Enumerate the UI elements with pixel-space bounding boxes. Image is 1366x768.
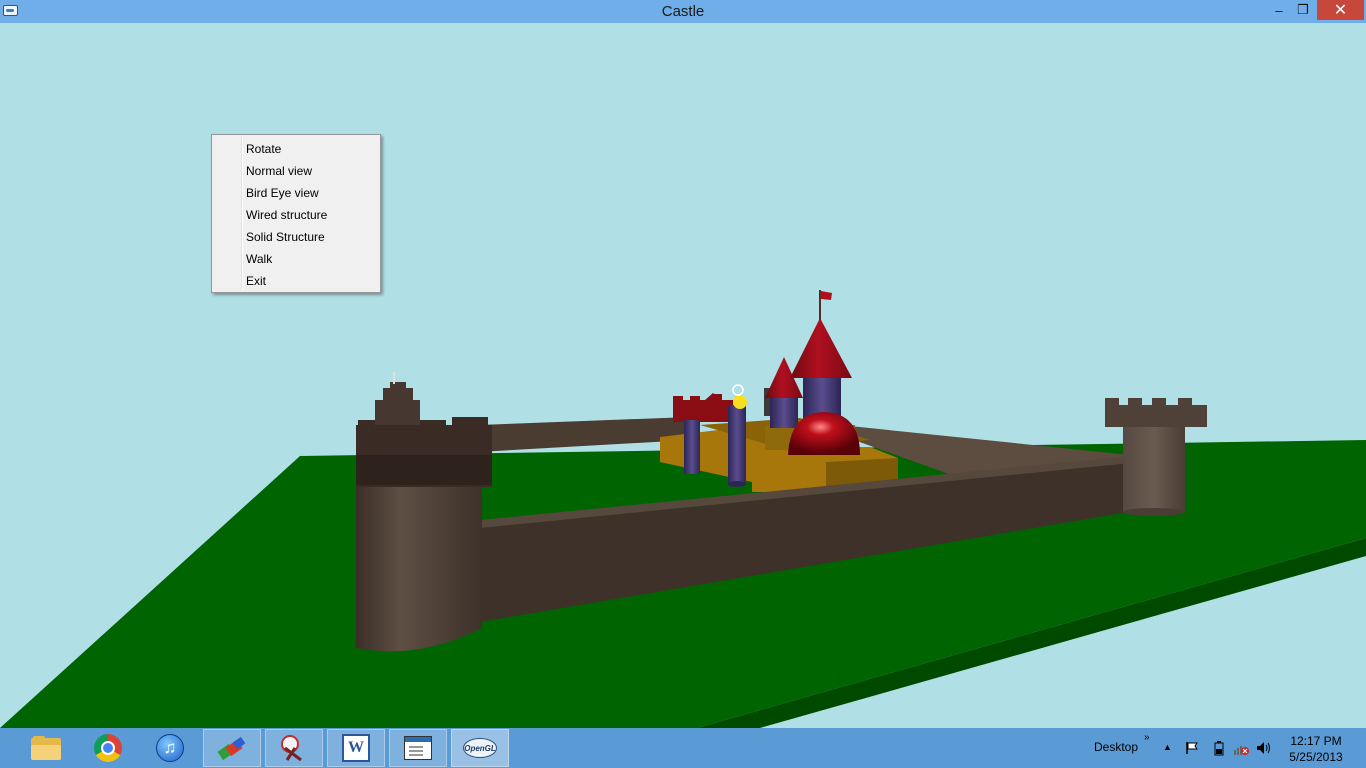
left-tower <box>356 372 492 652</box>
paint-app-icon <box>217 736 246 761</box>
menu-item-label: Bird Eye view <box>246 186 319 200</box>
volume-icon[interactable] <box>1256 741 1272 755</box>
word-icon: W <box>342 734 370 762</box>
menu-item-label: Exit <box>246 274 267 288</box>
context-menu: Rotate Normal view Bird Eye view Wired s… <box>211 134 381 293</box>
taskbar: ♫ W OpenGL Desktop » ▲ 12:17 PM 5/25/201… <box>0 728 1366 768</box>
network-disconnected-icon[interactable] <box>1233 741 1249 756</box>
menu-item-label: Rotate <box>246 142 282 156</box>
chrome-icon <box>94 734 122 762</box>
menu-item-label: Normal view <box>246 164 313 178</box>
main-keep <box>788 290 860 455</box>
taskbar-chrome[interactable] <box>79 729 137 767</box>
file-explorer-icon <box>31 736 61 760</box>
desktop-toolbar-label[interactable]: Desktop <box>1094 740 1138 754</box>
menu-item-bird-eye-view[interactable]: Bird Eye view <box>214 183 378 203</box>
menu-item-label: Solid Structure <box>246 230 325 244</box>
castle-3d-viewport[interactable] <box>0 23 1366 728</box>
opengl-icon: OpenGL <box>463 738 497 758</box>
menu-item-rotate[interactable]: Rotate <box>214 139 378 159</box>
restore-button[interactable]: ❐ <box>1290 0 1316 20</box>
taskbar-snipping-tool[interactable] <box>265 729 323 767</box>
window-title: Castle <box>661 3 705 20</box>
action-center-flag-icon[interactable] <box>1185 741 1199 755</box>
battery-icon[interactable] <box>1214 741 1224 756</box>
minimize-button[interactable]: ‒ <box>1266 0 1292 20</box>
menu-item-wired-structure[interactable]: Wired structure <box>214 205 378 225</box>
show-hidden-icons-button[interactable]: ▲ <box>1163 742 1172 752</box>
menu-item-walk[interactable]: Walk <box>214 249 378 269</box>
toolbar-chevron-icon[interactable]: » <box>1144 732 1150 743</box>
snipping-tool-icon <box>281 735 302 762</box>
taskbar-word[interactable]: W <box>327 729 385 767</box>
clock-time[interactable]: 12:17 PM <box>1286 734 1346 748</box>
title-bar: Castle ‒ ❐ ✕ <box>0 0 1366 23</box>
menu-item-exit[interactable]: Exit <box>214 271 378 291</box>
window-app-icon <box>404 736 432 760</box>
taskbar-file-explorer[interactable] <box>17 729 75 767</box>
close-button[interactable]: ✕ <box>1317 0 1364 20</box>
taskbar-itunes[interactable]: ♫ <box>141 729 199 767</box>
clock-date[interactable]: 5/25/2013 <box>1286 750 1346 764</box>
menu-item-label: Wired structure <box>246 208 328 222</box>
taskbar-paint-app[interactable] <box>203 729 261 767</box>
cursor-busy-icon <box>732 384 747 409</box>
taskbar-window-app[interactable] <box>389 729 447 767</box>
menu-item-label: Walk <box>246 252 273 266</box>
menu-item-normal-view[interactable]: Normal view <box>214 161 378 181</box>
itunes-icon: ♫ <box>156 734 184 762</box>
gatehouse-small <box>673 393 733 422</box>
menu-item-solid-structure[interactable]: Solid Structure <box>214 227 378 247</box>
taskbar-opengl[interactable]: OpenGL <box>451 729 509 767</box>
